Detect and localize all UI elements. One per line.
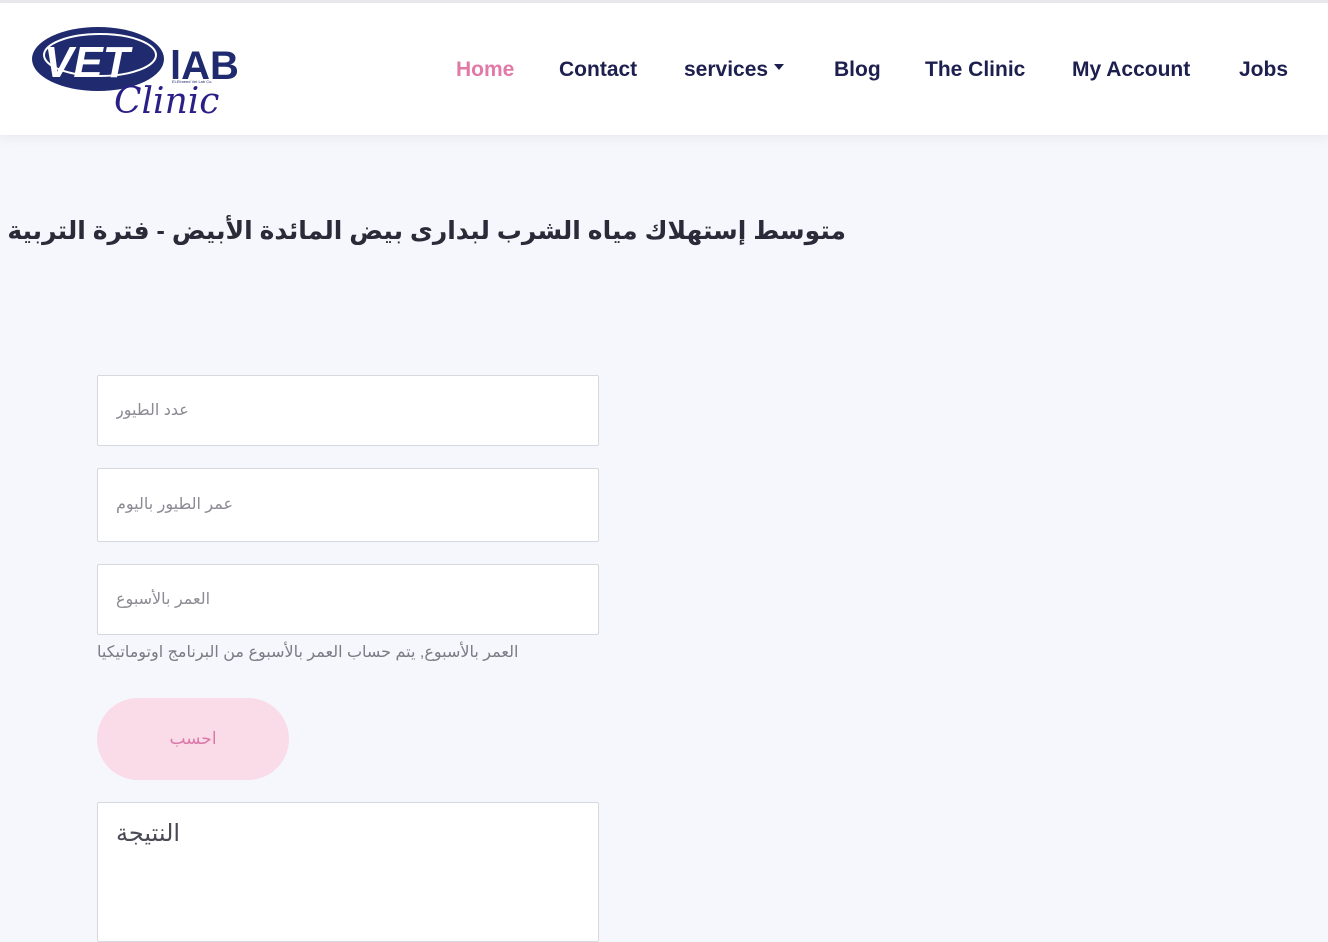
nav-services[interactable]: services bbox=[684, 55, 785, 85]
nav-home[interactable]: Home bbox=[456, 55, 514, 85]
result-box[interactable] bbox=[97, 802, 599, 942]
bird-age-weeks-input[interactable] bbox=[97, 564, 599, 635]
chevron-down-icon bbox=[774, 64, 785, 71]
nav-services-label: services bbox=[684, 58, 769, 81]
main-nav: Home Contact services Blog The Clinic My… bbox=[0, 55, 1328, 85]
nav-blog[interactable]: Blog bbox=[834, 55, 881, 85]
page-title: متوسط إستهلاك مياه الشرب لبدارى بيض الما… bbox=[7, 217, 846, 245]
bird-age-days-input[interactable] bbox=[97, 468, 599, 542]
site-header: VET lAB El-Elmeed Vet Lab Co. Clinic Hom… bbox=[0, 3, 1328, 135]
age-weeks-hint: العمر بالأسبوع, يتم حساب العمر بالأسبوع … bbox=[97, 644, 519, 661]
logo-clinic-text: Clinic bbox=[114, 81, 219, 121]
nav-the-clinic[interactable]: The Clinic bbox=[925, 55, 1025, 85]
bird-count-input[interactable] bbox=[97, 375, 599, 446]
nav-contact[interactable]: Contact bbox=[559, 55, 637, 85]
nav-jobs[interactable]: Jobs bbox=[1239, 55, 1288, 85]
nav-my-account[interactable]: My Account bbox=[1072, 55, 1190, 85]
calculate-button[interactable]: احسب bbox=[97, 698, 289, 780]
